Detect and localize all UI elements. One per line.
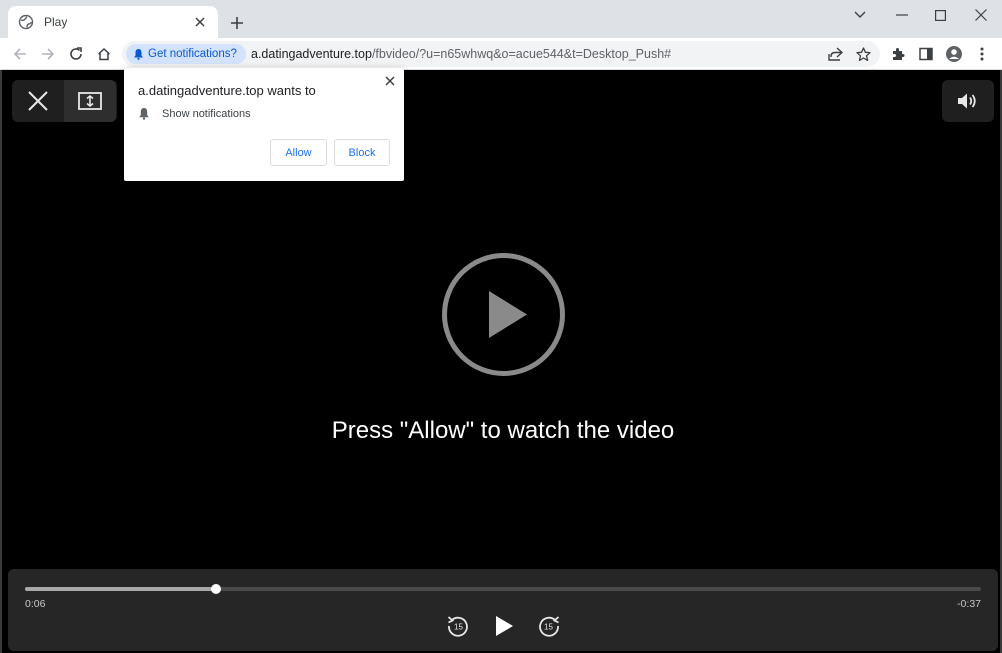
forward-15-icon: 15: [539, 616, 560, 637]
play-circle-icon: [442, 253, 565, 376]
volume-icon[interactable]: [942, 80, 994, 122]
maximize-button[interactable]: [920, 0, 960, 30]
notification-permission-popup: a.datingadventure.top wants to Show noti…: [124, 68, 404, 181]
tab-close-icon[interactable]: [192, 14, 208, 30]
progress-bar[interactable]: [25, 584, 981, 594]
progress-fill: [25, 587, 217, 591]
url-path: /fbvideo/?u=n65whwq&o=acue544&t=Desktop_…: [371, 47, 672, 61]
browser-toolbar: Get notifications? a.datingadventure.top…: [0, 38, 1002, 70]
url-host: a.datingadventure.top: [251, 47, 372, 61]
permission-label: Show notifications: [162, 107, 251, 120]
popup-title: a.datingadventure.top wants to: [138, 83, 316, 98]
notification-chip-label: Get notifications?: [148, 48, 237, 60]
overlay-message: Press "Allow" to watch the video: [331, 417, 675, 444]
home-button[interactable]: [93, 43, 115, 65]
tab-play[interactable]: Play: [8, 6, 218, 38]
skip-forward-button[interactable]: 15: [536, 613, 562, 639]
browser-menu-icon[interactable]: [971, 43, 993, 65]
forward-button[interactable]: [37, 43, 59, 65]
progress-knob[interactable]: [211, 584, 222, 594]
new-tab-button[interactable]: [226, 12, 248, 34]
notification-chip[interactable]: Get notifications?: [126, 44, 246, 64]
globe-icon: [18, 14, 34, 30]
play-icon: [496, 616, 513, 636]
big-play-button[interactable]: [441, 252, 566, 377]
reload-button[interactable]: [65, 43, 87, 65]
bell-icon: [134, 49, 143, 60]
top-left-controls: [12, 80, 117, 122]
bell-icon: [139, 108, 149, 120]
bookmark-star-icon[interactable]: [854, 45, 872, 63]
tab-strip: Play: [0, 0, 1002, 38]
browser-window: Play Get notifications? a.datingadventur…: [0, 0, 1002, 653]
elapsed-time: 0:06: [25, 598, 46, 610]
profile-avatar-icon[interactable]: [943, 43, 965, 65]
back-button[interactable]: [9, 43, 31, 65]
permission-row: Show notifications: [138, 107, 251, 120]
remaining-time: -0:37: [957, 598, 981, 610]
rewind-15-icon: 15: [447, 616, 468, 637]
side-panel-icon[interactable]: [915, 43, 937, 65]
allow-button[interactable]: Allow: [270, 139, 327, 166]
minimize-button[interactable]: [882, 0, 922, 30]
skip-back-seconds: 15: [454, 623, 463, 632]
skip-forward-seconds: 15: [544, 623, 553, 632]
close-window-button[interactable]: [961, 0, 1001, 30]
popup-close-icon[interactable]: [382, 73, 398, 89]
player-controls: 0:06 -0:37 15 15: [8, 569, 998, 651]
tab-search-icon[interactable]: [840, 0, 880, 30]
address-bar[interactable]: Get notifications? a.datingadventure.top…: [122, 41, 880, 67]
resize-player-icon[interactable]: [64, 80, 116, 122]
url-text[interactable]: a.datingadventure.top/fbvideo/?u=n65whwq…: [251, 47, 671, 61]
close-player-icon[interactable]: [12, 80, 64, 122]
play-button[interactable]: [491, 613, 517, 639]
share-icon[interactable]: [826, 45, 844, 63]
extensions-icon[interactable]: [887, 43, 909, 65]
tab-title: Play: [44, 15, 68, 29]
skip-back-button[interactable]: 15: [445, 613, 471, 639]
block-button[interactable]: Block: [334, 139, 390, 166]
